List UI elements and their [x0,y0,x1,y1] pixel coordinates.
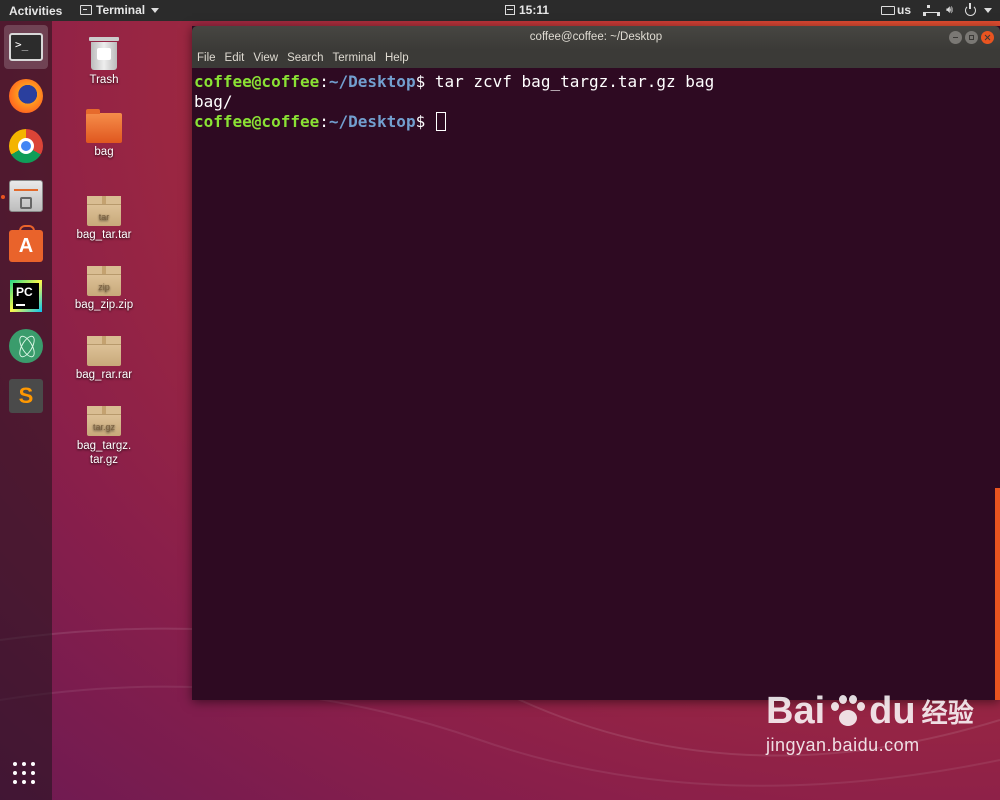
menu-file[interactable]: File [197,52,216,68]
desktop-icon-trash[interactable]: Trash [64,37,144,86]
prompt-separator: : [319,72,329,91]
prompt-sign: $ [415,112,426,131]
activities-button[interactable]: Activities [9,4,62,18]
terminal-output[interactable]: coffee@coffee:~/Desktop$ tar zcvf bag_ta… [192,68,1000,132]
command-text [425,112,435,131]
window-title: coffee@coffee: ~/Desktop [529,31,663,43]
desktop-icon-bag-folder[interactable]: bag [64,109,144,158]
command-line: coffee@coffee:~/Desktop$ tar zcvf bag_ta… [194,72,1000,92]
network-icon[interactable] [923,4,941,16]
command-text: tar zcvf bag_targz.tar.gz bag [425,72,715,91]
app-menu-label: Terminal [96,3,146,17]
chevron-down-icon [151,7,160,13]
archive-icon [87,336,121,366]
clock[interactable]: 15:11 [505,3,549,17]
software-icon: A [9,225,43,262]
dock: >_ A PC S [0,21,52,800]
folder-icon [86,109,122,143]
desktop-icon-label: bag_targz. tar.gz [76,440,132,466]
volume-icon[interactable]: 🔊︎ [946,4,953,17]
maximize-button[interactable] [965,31,978,44]
dock-item-sublime[interactable]: S [4,374,48,418]
prompt-user: coffee@coffee [194,72,320,91]
menu-terminal[interactable]: Terminal [333,52,376,68]
command-line: coffee@coffee:~/Desktop$ [194,112,1000,132]
menu-edit[interactable]: Edit [225,52,245,68]
top-bar: Activities Terminal 15:11 us 🔊︎ [0,0,1000,21]
dock-item-firefox[interactable] [4,74,48,118]
calendar-icon [505,5,515,15]
dock-item-atom[interactable] [4,324,48,368]
desktop-icon-label: bag [94,146,114,158]
menu-help[interactable]: Help [385,52,409,68]
output-line: bag/ [194,92,233,111]
clock-time: 15:11 [519,3,550,17]
dock-item-software[interactable]: A [4,224,48,268]
firefox-icon [9,79,43,113]
trash-icon [89,37,119,71]
prompt-sign: $ [415,72,426,91]
show-apps-button[interactable] [13,762,35,784]
app-menu[interactable]: Terminal [80,3,160,17]
archive-icon: tar [87,196,121,226]
dock-item-terminal[interactable]: >_ [4,25,48,69]
dock-item-pycharm[interactable]: PC [4,274,48,318]
desktop-icon-bag-targz[interactable]: tar.gz bag_targz. tar.gz [64,406,144,467]
baidu-watermark: Bai du 经验 jingyan.baidu.com [766,690,974,756]
prompt-path: ~/Desktop [328,72,416,91]
archive-icon: zip [87,266,121,296]
terminal-cursor [435,112,446,131]
desktop-icon-bag-zip[interactable]: zip bag_zip.zip [64,266,144,311]
baidu-logo: Bai du 经验 [766,690,974,732]
pycharm-icon: PC [10,280,42,312]
power-icon [965,2,976,16]
atom-icon [9,329,43,363]
terminal-icon: >_ [9,33,43,61]
prompt-separator: : [319,112,329,131]
terminal-menubar: File Edit View Search Terminal Help [192,50,1000,68]
minimize-button[interactable] [949,31,962,44]
sublime-icon: S [9,379,43,413]
dock-item-chrome[interactable] [4,124,48,168]
desktop-icon-label: bag_rar.rar [75,369,133,381]
window-titlebar[interactable]: coffee@coffee: ~/Desktop [192,26,1000,50]
power-menu[interactable] [965,2,992,16]
desktop-icon-label: bag_zip.zip [74,299,134,311]
terminal-window[interactable]: coffee@coffee: ~/Desktop File Edit View … [192,26,1000,700]
menu-search[interactable]: Search [287,52,323,68]
keyboard-layout-indicator[interactable]: us [881,3,911,17]
terminal-icon [80,5,92,15]
baidu-url: jingyan.baidu.com [766,735,920,755]
paw-icon [827,692,867,732]
chevron-down-icon [984,7,992,13]
close-button[interactable] [981,31,994,44]
window-controls [949,31,994,44]
background-window-edge [995,488,1000,700]
desktop-icon-label: bag_tar.tar [76,229,132,241]
keyboard-icon [881,5,896,15]
prompt-user: coffee@coffee [194,112,320,131]
files-icon [9,180,43,212]
desktop-icon-label: Trash [89,74,119,86]
desktop-icon-bag-tar[interactable]: tar bag_tar.tar [64,196,144,241]
archive-icon: tar.gz [87,406,121,436]
running-indicator [1,195,5,199]
chrome-icon [9,129,43,163]
system-tray: us 🔊︎ [881,2,992,17]
keyboard-layout-label: us [897,3,912,17]
dock-item-files[interactable] [4,174,48,218]
prompt-path: ~/Desktop [328,112,416,131]
desktop-icon-bag-rar[interactable]: bag_rar.rar [64,336,144,381]
menu-view[interactable]: View [253,52,278,68]
